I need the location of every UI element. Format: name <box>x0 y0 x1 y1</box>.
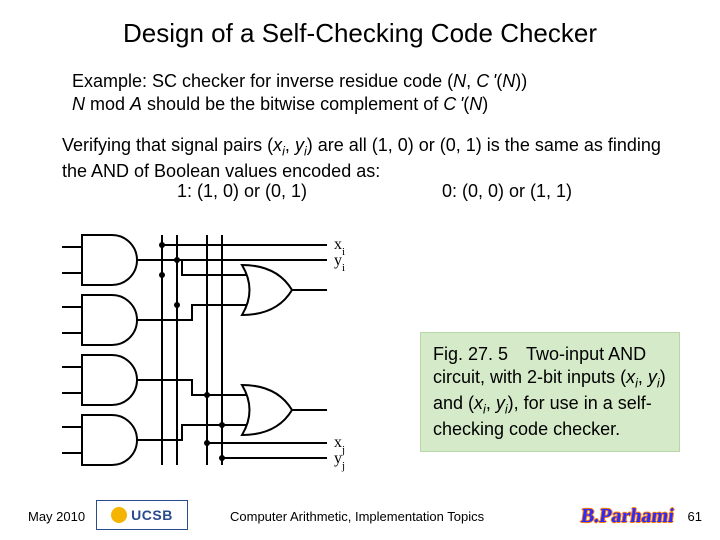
figure-caption: Fig. 27. 5 Two-input AND circuit, with 2… <box>420 332 680 452</box>
text: mod <box>85 94 130 114</box>
var-x: x <box>273 135 282 155</box>
author-wordart: B.Parhami <box>580 505 676 528</box>
var-y: y <box>496 393 505 413</box>
text: , <box>486 393 496 413</box>
encoding-zero: 0: (0, 0) or (1, 1) <box>442 180 572 203</box>
ucsb-text: UCSB <box>131 507 173 523</box>
var-N: N <box>469 94 482 114</box>
var-x: x <box>474 393 483 413</box>
text: Verifying that signal pairs ( <box>62 135 273 155</box>
text: ) <box>482 94 488 114</box>
gap <box>508 344 526 364</box>
text: , <box>285 135 295 155</box>
fig-number: Fig. 27. 5 <box>433 344 508 364</box>
var-N: N <box>453 71 466 91</box>
text: Example: SC checker for inverse residue … <box>72 71 453 91</box>
ucsb-logo: UCSB <box>96 500 188 530</box>
text: , <box>638 367 648 387</box>
example-block: Example: SC checker for inverse residue … <box>72 70 672 115</box>
var-y: y <box>648 367 657 387</box>
text: )) <box>515 71 527 91</box>
circuit-diagram: xi yi xj yj <box>62 215 402 475</box>
verify-block: Verifying that signal pairs (xi, yi) are… <box>62 134 682 183</box>
page-number: 61 <box>688 509 702 524</box>
footer-date: May 2010 <box>28 509 85 524</box>
encoding-one: 1: (1, 0) or (0, 1) <box>177 180 307 203</box>
var-Cprime: C ' <box>476 71 496 91</box>
page-title: Design of a Self-Checking Code Checker <box>0 0 720 49</box>
text: should be the bitwise complement of <box>142 94 443 114</box>
var-A: A <box>130 94 142 114</box>
var-x: x <box>626 367 635 387</box>
text: , <box>466 71 476 91</box>
var-Cprime: C ' <box>443 94 463 114</box>
var-N: N <box>72 94 85 114</box>
var-y: y <box>295 135 304 155</box>
var-N: N <box>502 71 515 91</box>
footer-center: Computer Arithmetic, Implementation Topi… <box>230 509 484 524</box>
sun-icon <box>111 507 127 523</box>
